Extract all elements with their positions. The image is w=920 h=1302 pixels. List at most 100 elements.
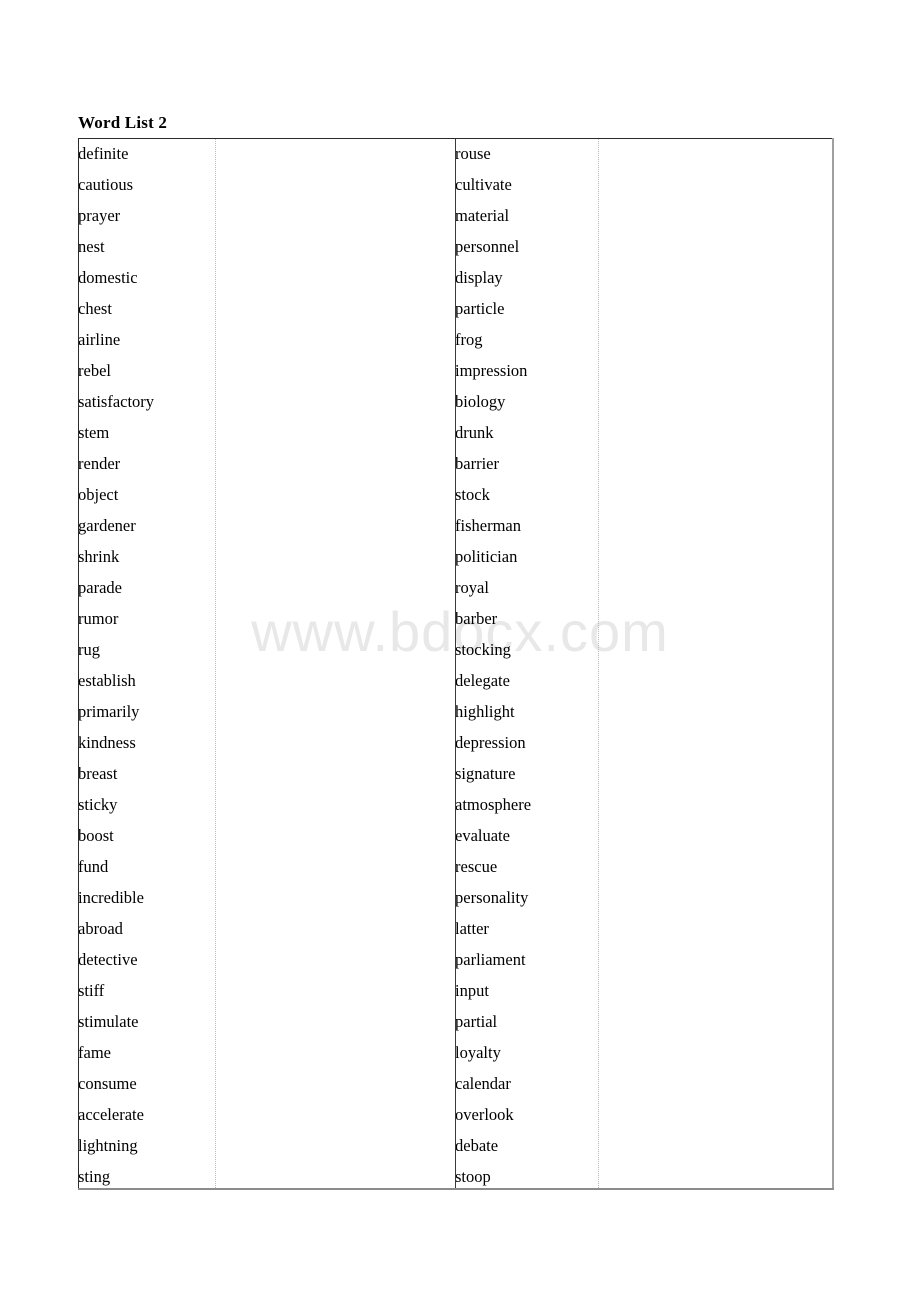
word-cell-column-3: partial [455, 1012, 498, 1031]
column-divider-1 [215, 139, 216, 1188]
blank-cell-column-2 [215, 789, 455, 820]
blank-cell-column-2 [215, 355, 455, 386]
column-divider-2 [455, 139, 456, 1188]
word-cell-column-3: stocking [455, 640, 511, 659]
word-cell-column-1: cautious [78, 175, 133, 194]
word-cell-column-1: boost [78, 826, 114, 845]
word-cell-column-3: drunk [455, 423, 494, 442]
blank-cell-column-4 [598, 138, 833, 169]
word-cell-column-3: depression [455, 733, 526, 752]
blank-cell-column-2 [215, 851, 455, 882]
word-cell-column-3: stock [455, 485, 490, 504]
word-cell-column-1: incredible [78, 888, 144, 907]
word-cell-column-3: signature [455, 764, 516, 783]
blank-cell-column-2 [215, 169, 455, 200]
blank-cell-column-4 [598, 789, 833, 820]
word-cell-column-1: kindness [78, 733, 136, 752]
blank-cell-column-2 [215, 386, 455, 417]
word-cell-column-1: prayer [78, 206, 121, 225]
word-cell-column-3: parliament [455, 950, 526, 969]
word-cell-column-3: rescue [455, 857, 498, 876]
word-cell-column-1: object [78, 485, 119, 504]
word-cell-column-3: politician [455, 547, 518, 566]
blank-cell-column-2 [215, 200, 455, 231]
word-cell-column-1: rug [78, 640, 100, 659]
blank-cell-column-4 [598, 758, 833, 789]
blank-cell-column-2 [215, 324, 455, 355]
blank-cell-column-2 [215, 448, 455, 479]
blank-cell-column-4 [598, 634, 833, 665]
blank-cell-column-4 [598, 696, 833, 727]
blank-cell-column-4 [598, 200, 833, 231]
document-page: www.bdocx.com Word List 2 definite rouse c… [0, 0, 920, 1302]
blank-cell-column-4 [598, 1099, 833, 1130]
word-cell-column-3: impression [455, 361, 528, 380]
blank-cell-column-4 [598, 262, 833, 293]
blank-cell-column-4 [598, 603, 833, 634]
word-cell-column-1: render [78, 454, 121, 473]
word-cell-column-1: accelerate [78, 1105, 144, 1124]
blank-cell-column-2 [215, 262, 455, 293]
word-cell-column-3: atmosphere [455, 795, 532, 814]
blank-cell-column-2 [215, 572, 455, 603]
word-cell-column-1: stem [78, 423, 110, 442]
blank-cell-column-2 [215, 944, 455, 975]
blank-cell-column-4 [598, 231, 833, 262]
blank-cell-column-4 [598, 1068, 833, 1099]
word-cell-column-1: shrink [78, 547, 120, 566]
blank-cell-column-2 [215, 913, 455, 944]
blank-cell-column-2 [215, 1099, 455, 1130]
blank-cell-column-4 [598, 665, 833, 696]
word-cell-column-1: abroad [78, 919, 123, 938]
blank-cell-column-4 [598, 386, 833, 417]
blank-cell-column-4 [598, 820, 833, 851]
word-cell-column-3: display [455, 268, 503, 287]
word-cell-column-3: evaluate [455, 826, 510, 845]
blank-cell-column-4 [598, 851, 833, 882]
word-cell-column-1: fund [78, 857, 109, 876]
word-cell-column-1: fame [78, 1043, 111, 1062]
word-cell-column-3: personnel [455, 237, 520, 256]
word-cell-column-3: latter [455, 919, 489, 938]
word-list-table-container: definite rouse cautious cultivate prayer mate… [78, 138, 834, 1192]
word-cell-column-1: stiff [78, 981, 105, 1000]
blank-cell-column-2 [215, 510, 455, 541]
table-border-left [78, 138, 79, 1189]
blank-cell-column-4 [598, 355, 833, 386]
blank-cell-column-2 [215, 603, 455, 634]
word-cell-column-3: royal [455, 578, 489, 597]
word-cell-column-1: definite [78, 144, 129, 163]
blank-cell-column-2 [215, 138, 455, 169]
blank-cell-column-2 [215, 231, 455, 262]
blank-cell-column-4 [598, 510, 833, 541]
table-border-bottom [78, 1188, 834, 1190]
page-title: Word List 2 [78, 113, 168, 132]
word-cell-column-3: rouse [455, 144, 491, 163]
word-cell-column-1: establish [78, 671, 136, 690]
column-divider-3 [598, 139, 599, 1188]
blank-cell-column-2 [215, 634, 455, 665]
word-cell-column-1: satisfactory [78, 392, 155, 411]
blank-cell-column-2 [215, 1006, 455, 1037]
word-cell-column-1: lightning [78, 1136, 138, 1155]
word-cell-column-3: biology [455, 392, 506, 411]
word-cell-column-1: airline [78, 330, 121, 349]
blank-cell-column-4 [598, 882, 833, 913]
word-cell-column-3: loyalty [455, 1043, 501, 1062]
blank-cell-column-4 [598, 541, 833, 572]
blank-cell-column-2 [215, 293, 455, 324]
blank-cell-column-4 [598, 1006, 833, 1037]
word-cell-column-1: rebel [78, 361, 111, 380]
word-cell-column-3: material [455, 206, 510, 225]
table-border-right [832, 138, 834, 1189]
word-cell-column-3: barrier [455, 454, 499, 473]
blank-cell-column-2 [215, 479, 455, 510]
word-cell-column-1: chest [78, 299, 112, 318]
blank-cell-column-4 [598, 324, 833, 355]
blank-cell-column-2 [215, 1037, 455, 1068]
blank-cell-column-2 [215, 696, 455, 727]
word-cell-column-3: calendar [455, 1074, 511, 1093]
word-cell-column-1: rumor [78, 609, 119, 628]
word-cell-column-3: fisherman [455, 516, 521, 535]
word-cell-column-3: debate [455, 1136, 499, 1155]
